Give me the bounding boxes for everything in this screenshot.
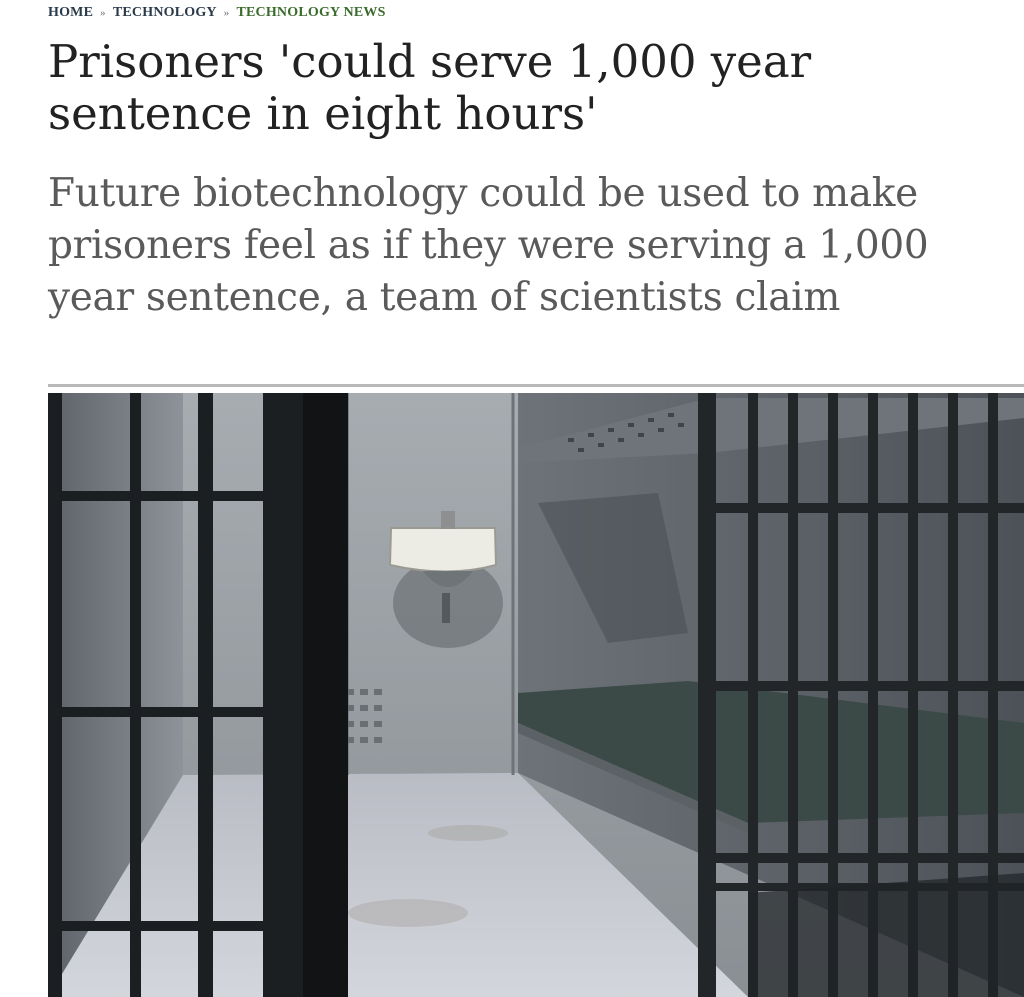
article-headline: Prisoners 'could serve 1,000 year senten… <box>48 35 812 140</box>
breadcrumb-separator-icon: » <box>223 7 230 19</box>
breadcrumb-separator-icon: » <box>100 7 106 19</box>
article-standfirst: Future biotechnology could be used to ma… <box>48 171 929 320</box>
article-lead-image <box>48 393 1024 997</box>
breadcrumb-home-link[interactable]: HOME <box>48 5 93 21</box>
breadcrumb: HOME » TECHNOLOGY » TECHNOLOGY NEWS <box>48 3 386 23</box>
header-divider <box>48 384 1024 387</box>
breadcrumb-technology-link[interactable]: TECHNOLOGY <box>113 5 217 21</box>
article-page: HOME » TECHNOLOGY » TECHNOLOGY NEWS Pris… <box>0 0 1024 997</box>
breadcrumb-technology-news-link[interactable]: TECHNOLOGY NEWS <box>236 5 385 21</box>
